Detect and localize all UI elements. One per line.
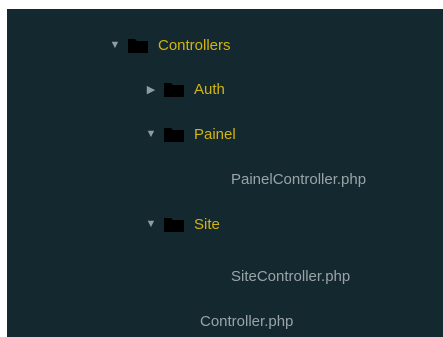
file-tree-panel: ▼ Controllers ▶ Auth ▼ Painel PainelCont…: [7, 9, 443, 337]
tree-file-controller[interactable]: Controller.php: [200, 310, 293, 332]
tree-file-label: PainelController.php: [231, 170, 367, 188]
folder-icon: [164, 127, 184, 142]
chevron-down-icon[interactable]: ▼: [108, 39, 122, 51]
tree-file-painel-controller[interactable]: PainelController.php: [231, 168, 366, 190]
tree-folder-site[interactable]: ▼ Site: [144, 213, 220, 235]
chevron-right-icon[interactable]: ▶: [144, 83, 158, 96]
tree-file-site-controller[interactable]: SiteController.php: [231, 265, 350, 287]
tree-folder-label: Painel: [194, 125, 236, 143]
tree-folder-label: Site: [194, 215, 220, 233]
folder-icon: [128, 38, 148, 53]
tree-file-label: SiteController.php: [231, 267, 351, 285]
tree-folder-label: Auth: [194, 80, 225, 98]
chevron-down-icon[interactable]: ▼: [144, 218, 158, 230]
tree-folder-auth[interactable]: ▶ Auth: [144, 78, 225, 100]
tree-folder-controllers[interactable]: ▼ Controllers: [108, 34, 231, 56]
tree-folder-label: Controllers: [158, 36, 231, 54]
tree-folder-painel[interactable]: ▼ Painel: [144, 123, 236, 145]
folder-icon: [164, 82, 184, 97]
tree-file-label: Controller.php: [200, 312, 294, 330]
chevron-down-icon[interactable]: ▼: [144, 128, 158, 140]
folder-icon: [164, 217, 184, 232]
